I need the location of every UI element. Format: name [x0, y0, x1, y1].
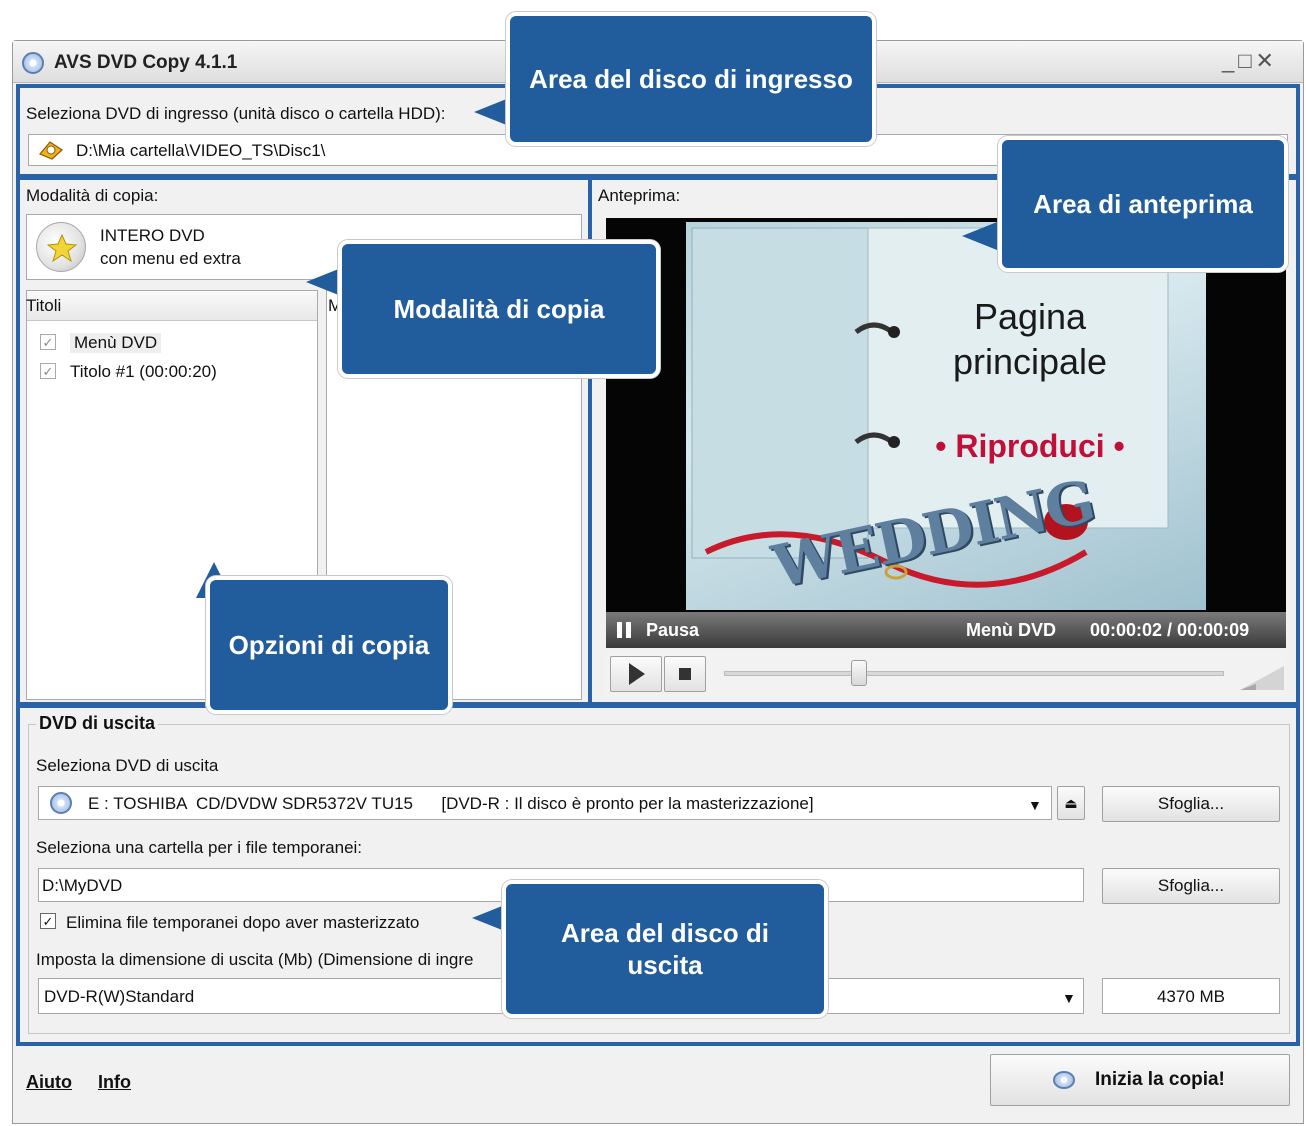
stop-button[interactable] [664, 656, 706, 692]
temp-folder-label: Seleziona una cartella per i file tempor… [36, 838, 363, 857]
callout-copy-mode: Modalità di copia [338, 240, 660, 378]
seek-handle[interactable] [851, 660, 867, 686]
preview-label: Anteprima: [598, 186, 681, 205]
maximize-icon[interactable]: □ [1238, 48, 1255, 73]
checkbox-menu-dvd[interactable]: ✓ [40, 334, 56, 350]
start-copy-disc-icon [1053, 1071, 1075, 1089]
title-item-title-1[interactable]: Titolo #1 (00:00:20) [70, 362, 217, 382]
copy-mode-line1: INTERO DVD [100, 226, 205, 245]
app-disc-icon [22, 52, 44, 74]
info-link[interactable]: Info [98, 1072, 131, 1093]
screen-title-line1: Pagina [973, 296, 1087, 337]
seek-track[interactable] [724, 671, 1224, 676]
temp-folder-value: D:\MyDVD [42, 876, 123, 895]
delete-temp-label[interactable]: Elimina file temporanei dopo aver master… [66, 913, 419, 933]
titles-header[interactable]: Titoli [26, 296, 61, 316]
copy-mode-label: Modalità di copia: [26, 186, 159, 205]
copy-mode-line2: con menu ed extra [100, 249, 241, 268]
input-dvd-label: Seleziona DVD di ingresso (unità disco o… [26, 104, 446, 123]
output-size-label: Imposta la dimensione di uscita (Mb) (Di… [36, 950, 474, 969]
drive-dropdown-icon[interactable]: ▼ [1028, 797, 1042, 813]
status-source: Menù DVD [966, 620, 1056, 640]
callout-preview-tail [962, 220, 1002, 252]
minimize-icon[interactable]: _ [1222, 48, 1238, 73]
screen-play-button[interactable]: • Riproduci • [920, 428, 1140, 465]
size-preset-value: DVD-R(W)Standard [44, 987, 195, 1006]
folder-dvd-icon [38, 140, 64, 160]
size-value: 4370 MB [1156, 987, 1226, 1006]
callout-copy-options: Opzioni di copia [206, 576, 452, 714]
close-icon[interactable]: ✕ [1256, 48, 1278, 73]
output-select-label: Seleziona DVD di uscita [36, 756, 219, 775]
whole-dvd-icon [36, 222, 86, 272]
window-title: AVS DVD Copy 4.1.1 [54, 52, 238, 73]
callout-input-area: Area del disco di ingresso [506, 12, 876, 146]
volume-icon[interactable] [1238, 664, 1286, 690]
size-dropdown-icon[interactable]: ▼ [1062, 990, 1076, 1006]
title-item-menu-dvd[interactable]: Menù DVD [70, 333, 162, 353]
help-link[interactable]: Aiuto [26, 1072, 72, 1093]
eject-button[interactable]: ⏏ [1057, 786, 1085, 820]
output-group-title: DVD di uscita [36, 713, 159, 734]
start-copy-button[interactable]: Inizia la copia! [990, 1054, 1290, 1106]
output-drive-value: E : TOSHIBA CD/DVDW SDR5372V TU15 [DVD-R… [88, 794, 814, 813]
callout-output-area: Area del disco di uscita [502, 880, 828, 1018]
screen-title-line2: principale [952, 341, 1108, 382]
status-time: 00:00:02 / 00:00:09 [1090, 620, 1250, 640]
output-disc-icon [50, 792, 72, 814]
input-path-value: D:\Mia cartella\VIDEO_TS\Disc1\ [76, 141, 326, 160]
play-button[interactable] [610, 656, 662, 692]
status-pause: Pausa [646, 620, 700, 640]
pause-indicator-icon [616, 620, 634, 640]
callout-preview-area: Area di anteprima [998, 136, 1288, 272]
delete-temp-checkbox[interactable]: ✓ [40, 913, 56, 929]
start-copy-label: Inizia la copia! [1095, 1069, 1225, 1090]
titles-header-bar [27, 291, 317, 321]
output-browse-button[interactable]: Sfoglia... [1102, 786, 1280, 822]
checkbox-title-1[interactable]: ✓ [40, 363, 56, 379]
temp-browse-button[interactable]: Sfoglia... [1102, 868, 1280, 904]
window-controls: _□✕ [1222, 48, 1278, 74]
